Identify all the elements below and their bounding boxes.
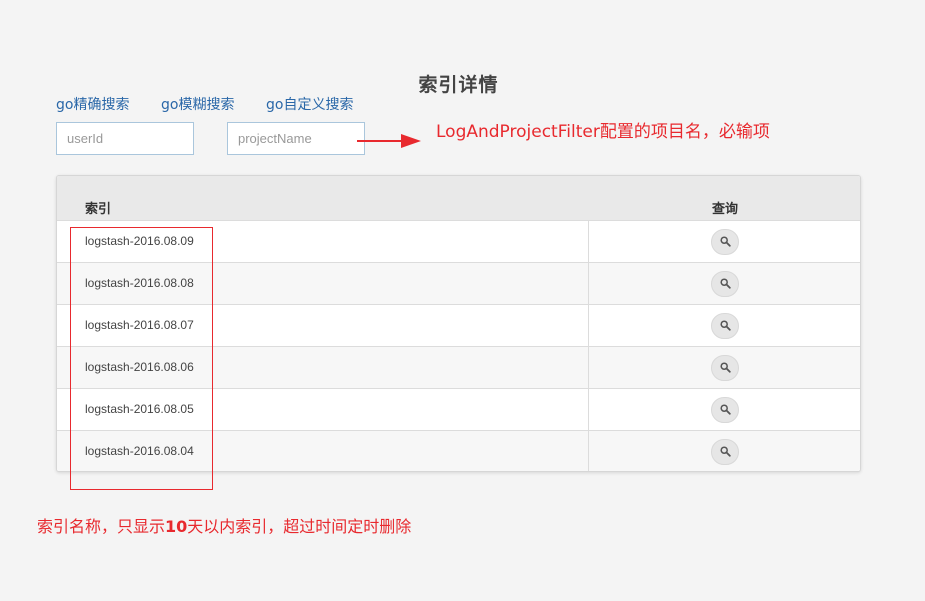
annotation-arrow-icon: [357, 134, 421, 148]
column-divider: [588, 263, 589, 304]
query-button[interactable]: [711, 229, 739, 255]
search-icon: [720, 278, 731, 289]
column-header-query: 查询: [712, 202, 739, 217]
table-row: logstash-2016.08.05: [57, 389, 860, 431]
index-name: logstash-2016.08.07: [85, 318, 194, 332]
column-divider: [588, 347, 589, 388]
query-button[interactable]: [711, 439, 739, 465]
retention-note-days: 10: [165, 517, 188, 536]
table-row: logstash-2016.08.08: [57, 263, 860, 305]
retention-annotation: 索引名称，只显示10天以内索引，超过时间定时删除: [37, 513, 411, 537]
query-button[interactable]: [711, 313, 739, 339]
table-header: 索引 查询: [57, 176, 860, 221]
column-divider: [588, 389, 589, 430]
search-icon: [720, 404, 731, 415]
query-button[interactable]: [711, 397, 739, 423]
index-name: logstash-2016.08.04: [85, 444, 194, 458]
index-table: 索引 查询 logstash-2016.08.09 logstash-2016.…: [56, 175, 861, 472]
index-name: logstash-2016.08.06: [85, 360, 194, 374]
column-header-index: 索引: [85, 202, 112, 217]
user-id-input[interactable]: [56, 122, 194, 155]
table-row: logstash-2016.08.07: [57, 305, 860, 347]
page-title: 索引详情: [418, 74, 499, 96]
table-row: logstash-2016.08.09: [57, 221, 860, 263]
table-row: logstash-2016.08.06: [57, 347, 860, 389]
column-divider: [588, 305, 589, 346]
project-filter-annotation: LogAndProjectFilter配置的项目名，必输项: [436, 122, 770, 142]
fuzzy-search-link[interactable]: go模糊搜索: [161, 94, 234, 114]
column-divider: [588, 431, 589, 471]
search-icon: [720, 362, 731, 373]
query-button[interactable]: [711, 355, 739, 381]
custom-search-link[interactable]: go自定义搜索: [266, 94, 353, 114]
search-icon: [720, 236, 731, 247]
exact-search-link[interactable]: go精确搜索: [56, 94, 129, 114]
retention-note-suffix: 天以内索引，超过时间定时删除: [187, 517, 412, 536]
query-button[interactable]: [711, 271, 739, 297]
index-name: logstash-2016.08.08: [85, 276, 194, 290]
index-name: logstash-2016.08.05: [85, 402, 194, 416]
column-divider: [588, 221, 589, 262]
table-row: logstash-2016.08.04: [57, 431, 860, 471]
retention-note-prefix: 索引名称，只显示: [37, 517, 166, 536]
search-icon: [720, 320, 731, 331]
index-name: logstash-2016.08.09: [85, 234, 194, 248]
project-name-input[interactable]: [227, 122, 365, 155]
search-icon: [720, 446, 731, 457]
